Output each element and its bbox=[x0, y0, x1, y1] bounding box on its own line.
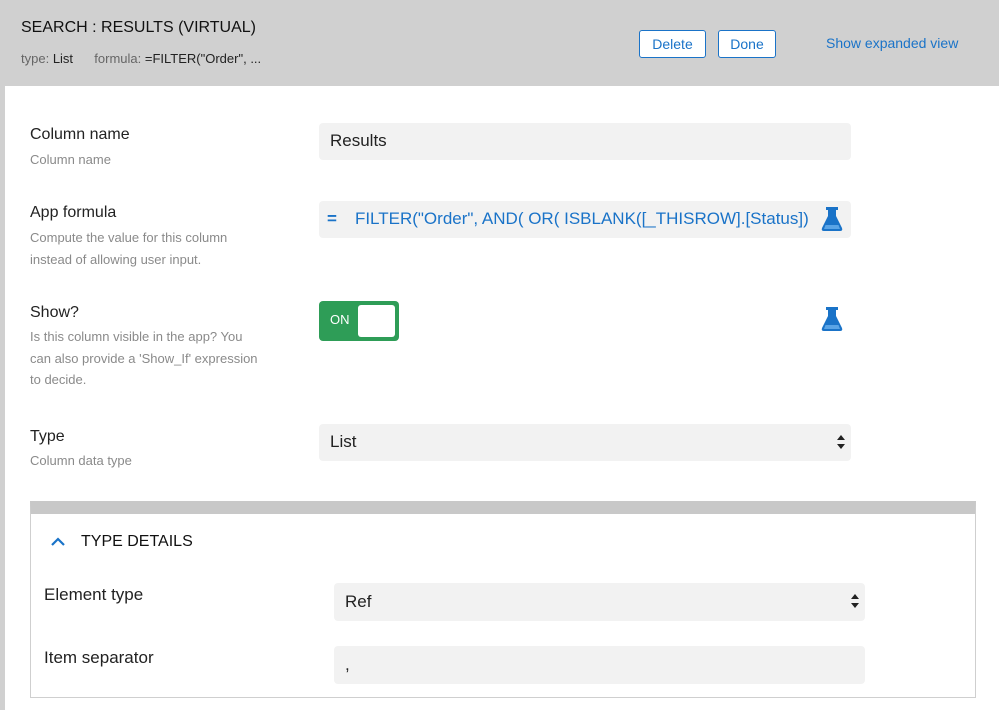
show-expanded-view-link[interactable]: Show expanded view bbox=[826, 35, 958, 51]
app-formula-label: App formula bbox=[30, 204, 117, 221]
select-arrows-icon bbox=[851, 594, 859, 608]
item-separator-label: Item separator bbox=[44, 648, 154, 667]
formula-equals-sign: = bbox=[327, 209, 337, 228]
toggle-knob bbox=[358, 305, 395, 337]
item-separator-input[interactable]: , bbox=[334, 646, 865, 684]
type-description: Column data type bbox=[30, 453, 132, 468]
column-name-description: Column name bbox=[30, 152, 111, 167]
show-description: Is this column visible in the app? You c… bbox=[30, 329, 258, 387]
element-type-label: Element type bbox=[44, 585, 144, 604]
app-formula-description: Compute the value for this column instea… bbox=[30, 230, 228, 267]
column-editor-panel: Column name Column name Results App form… bbox=[5, 86, 999, 710]
type-details-section: TYPE DETAILS Element type Ref Item separ… bbox=[30, 501, 976, 698]
type-select-value: List bbox=[330, 432, 357, 451]
toggle-state-text: ON bbox=[330, 312, 350, 327]
column-name-label: Column name bbox=[30, 126, 130, 143]
show-label: Show? bbox=[30, 304, 79, 321]
select-arrows-icon bbox=[837, 435, 845, 449]
formula-summary-label: formula: bbox=[94, 51, 142, 66]
column-title: SEARCH : RESULTS (VIRTUAL) bbox=[21, 19, 257, 36]
show-toggle[interactable]: ON bbox=[319, 301, 399, 341]
type-details-title: TYPE DETAILS bbox=[81, 533, 193, 550]
type-label: Type bbox=[30, 428, 65, 445]
app-formula-value: FILTER("Order", AND( OR( ISBLANK([_THISR… bbox=[354, 209, 809, 228]
done-button[interactable]: Done bbox=[718, 30, 776, 58]
type-summary-label: type: bbox=[21, 51, 50, 66]
app-formula-input[interactable]: = FILTER("Order", AND( OR( ISBLANK([_THIS… bbox=[319, 201, 851, 238]
flask-icon[interactable] bbox=[821, 307, 843, 331]
type-summary-value: List bbox=[52, 51, 74, 66]
column-summary: type: List formula: =FILTER("Order", ... bbox=[21, 51, 261, 66]
formula-summary-value: =FILTER("Order", ... bbox=[144, 51, 262, 66]
delete-button[interactable]: Delete bbox=[639, 30, 706, 58]
editor-header: SEARCH : RESULTS (VIRTUAL) type: List fo… bbox=[0, 0, 999, 86]
type-select[interactable]: List bbox=[319, 424, 851, 461]
chevron-up-icon bbox=[51, 537, 65, 546]
element-type-select[interactable]: Ref bbox=[334, 583, 865, 621]
column-name-input[interactable]: Results bbox=[319, 123, 851, 160]
flask-icon[interactable] bbox=[821, 207, 843, 231]
element-type-value: Ref bbox=[345, 592, 372, 611]
